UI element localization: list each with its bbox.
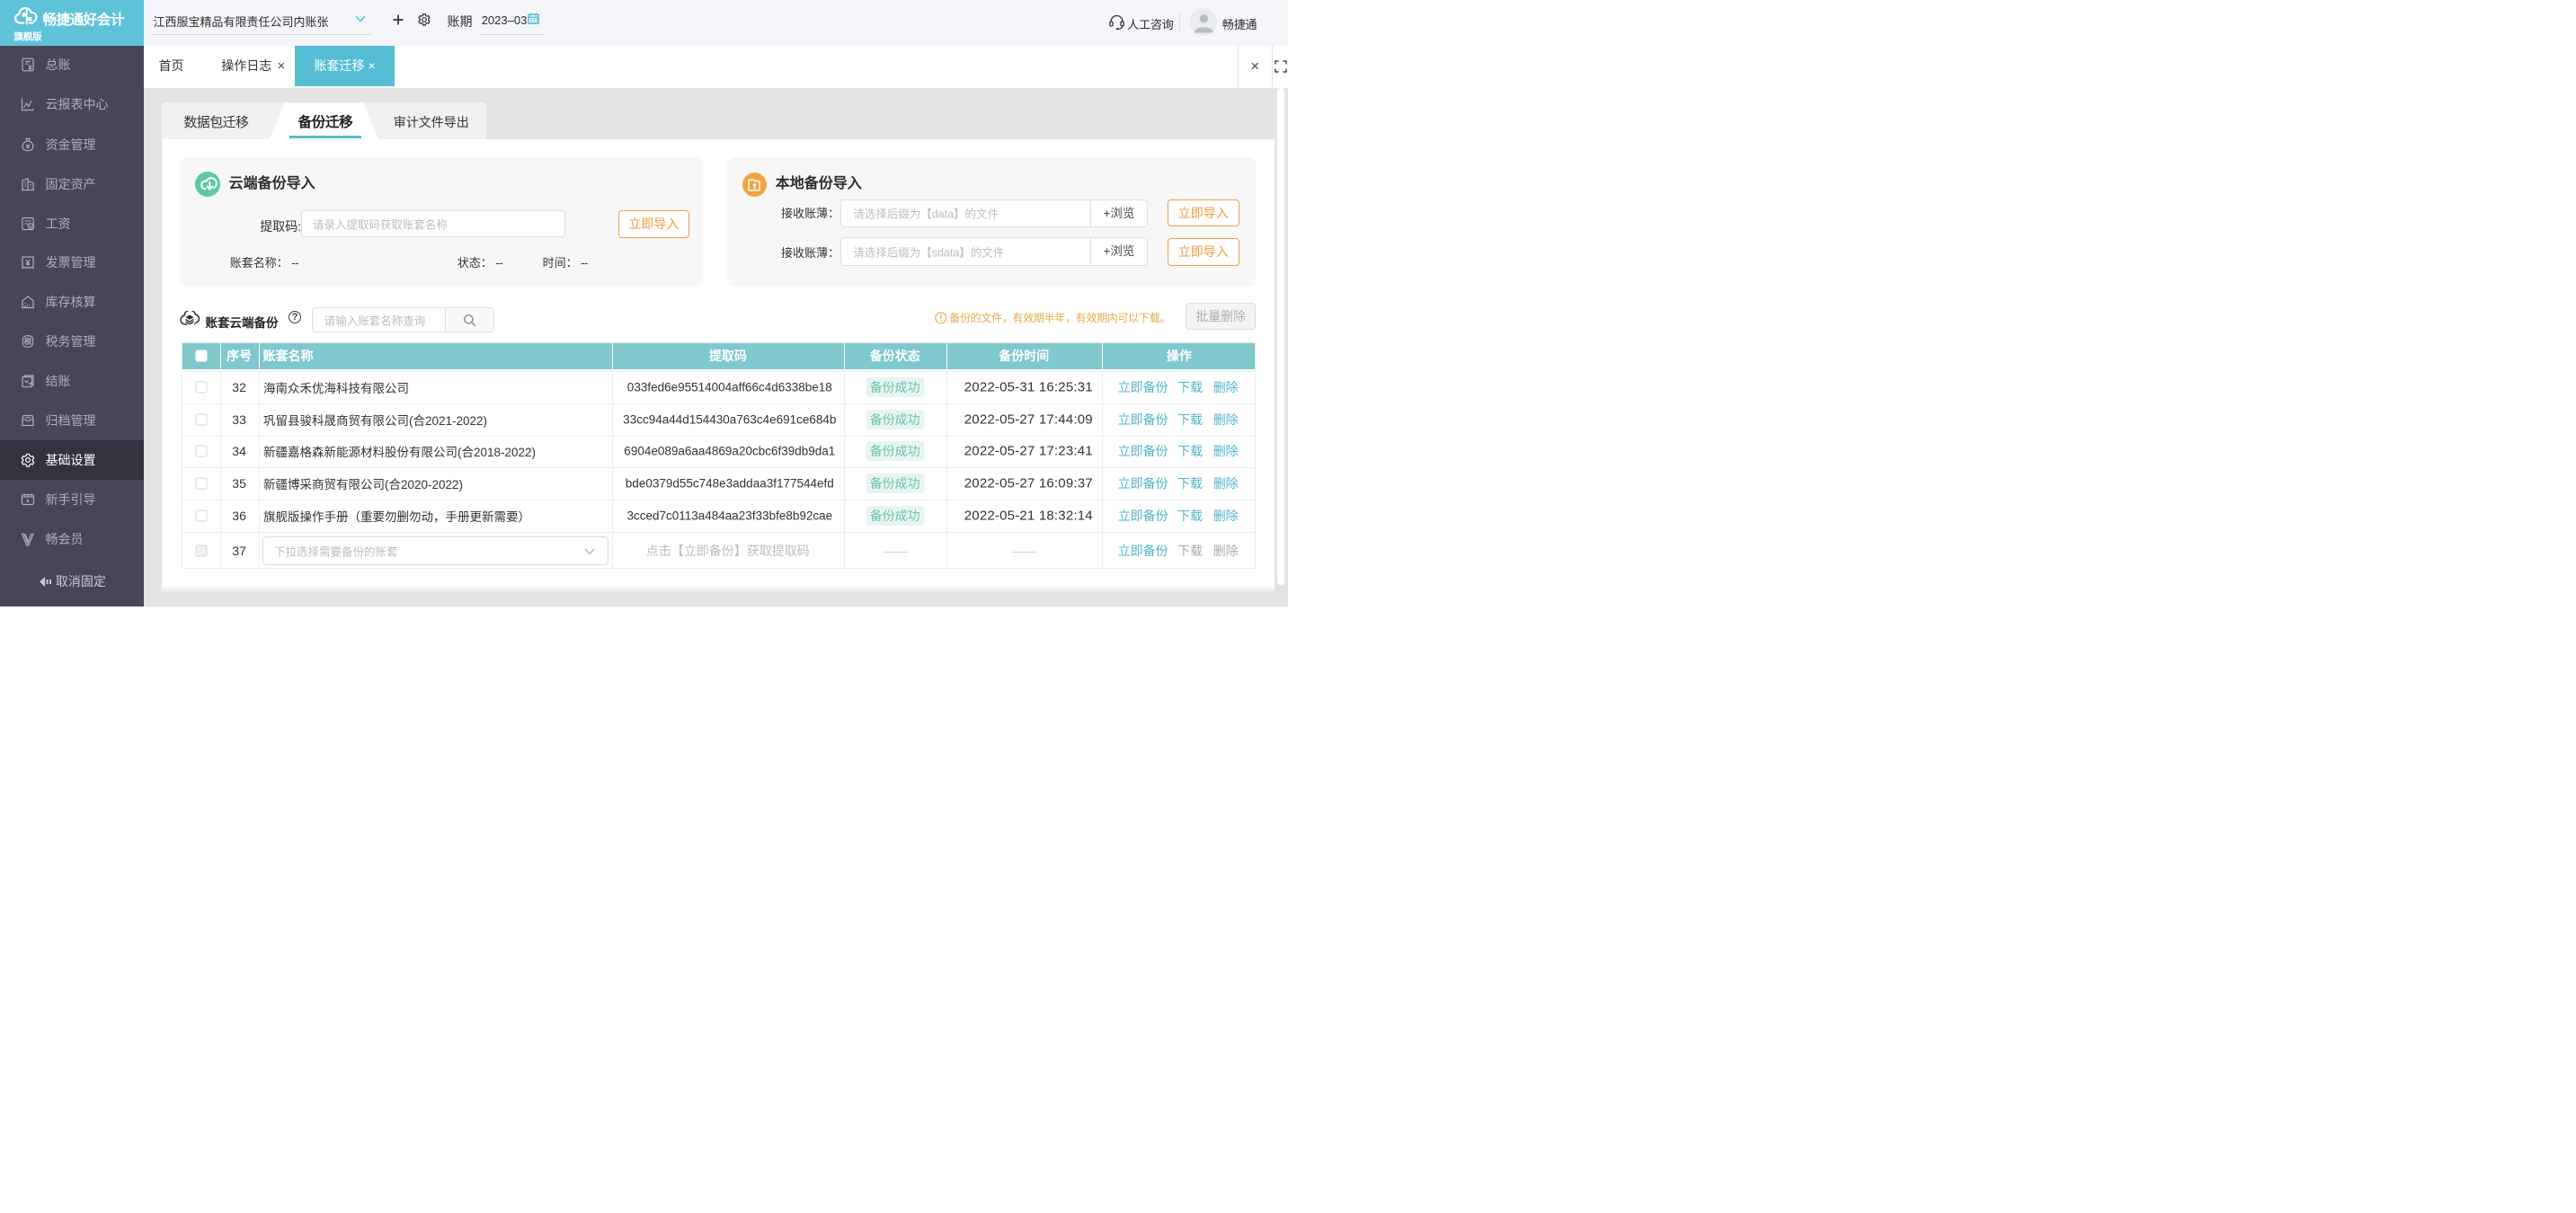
svg-text:税: 税 [24,337,32,346]
